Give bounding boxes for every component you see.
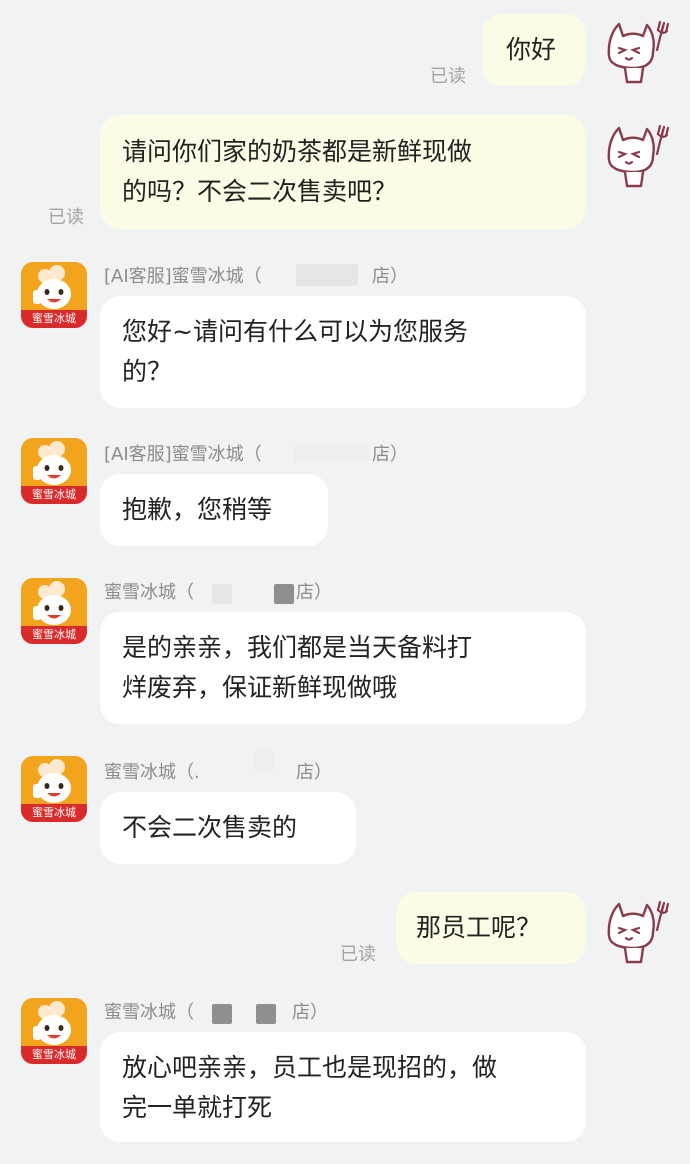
cat-with-fork-icon (607, 900, 670, 964)
shop-avatar[interactable]: 蜜雪冰城 (21, 438, 87, 504)
sender-name-suffix: 店） (292, 1002, 328, 1023)
redacted-store-name (294, 444, 370, 462)
sender-name-suffix: 店） (372, 266, 408, 287)
shop-avatar-label: 蜜雪冰城 (21, 804, 87, 822)
redacted-store-name (256, 1004, 276, 1024)
outgoing-message-bubble[interactable]: 请问你们家的奶茶都是新鲜现做 的吗？不会二次售卖吧？ (100, 115, 586, 229)
incoming-message-bubble[interactable]: 是的亲亲，我们都是当天备料打 烊废弃，保证新鲜现做哦 (100, 612, 586, 724)
read-receipt: 已读 (430, 66, 466, 87)
self-avatar[interactable] (603, 16, 675, 88)
shop-avatar-label: 蜜雪冰城 (21, 626, 87, 644)
shop-avatar-label: 蜜雪冰城 (21, 1046, 87, 1064)
sender-name-suffix: 店） (372, 444, 408, 465)
redacted-store-name (212, 584, 232, 604)
self-avatar[interactable] (603, 120, 675, 192)
shop-avatar[interactable]: 蜜雪冰城 (21, 756, 87, 822)
shop-avatar[interactable]: 蜜雪冰城 (21, 998, 87, 1064)
read-receipt: 已读 (340, 944, 376, 965)
sender-name-suffix: 店） (296, 762, 332, 783)
outgoing-message-bubble[interactable]: 那员工呢？ (396, 892, 586, 964)
redacted-store-name (212, 1004, 232, 1024)
sender-name: 蜜雪冰城（ (104, 1002, 194, 1023)
shop-avatar[interactable]: 蜜雪冰城 (21, 262, 87, 328)
redacted-store-name (296, 264, 358, 286)
incoming-message-bubble[interactable]: 不会二次售卖的 (100, 792, 356, 864)
self-avatar[interactable] (603, 896, 675, 968)
cat-with-fork-icon (607, 20, 670, 84)
cat-with-fork-icon (607, 124, 670, 188)
incoming-message-bubble[interactable]: 您好~请问有什么可以为您服务 的？ (100, 296, 586, 408)
sender-name: 蜜雪冰城（. (104, 762, 200, 783)
sender-name: 蜜雪冰城（ (104, 582, 194, 603)
shop-avatar[interactable]: 蜜雪冰城 (21, 578, 87, 644)
sender-name: [AI客服]蜜雪冰城（ (104, 266, 262, 287)
outgoing-message-bubble[interactable]: 你好 (482, 14, 586, 86)
read-receipt: 已读 (48, 207, 84, 228)
incoming-message-bubble[interactable]: 抱歉，您稍等 (100, 474, 328, 546)
redacted-store-name (254, 750, 274, 772)
shop-avatar-label: 蜜雪冰城 (21, 486, 87, 504)
sender-name-suffix: 店） (296, 582, 332, 603)
sender-name: [AI客服]蜜雪冰城（ (104, 444, 262, 465)
shop-avatar-label: 蜜雪冰城 (21, 310, 87, 328)
incoming-message-bubble[interactable]: 放心吧亲亲，员工也是现招的，做 完一单就打死 (100, 1032, 586, 1142)
redacted-store-name (274, 584, 294, 604)
